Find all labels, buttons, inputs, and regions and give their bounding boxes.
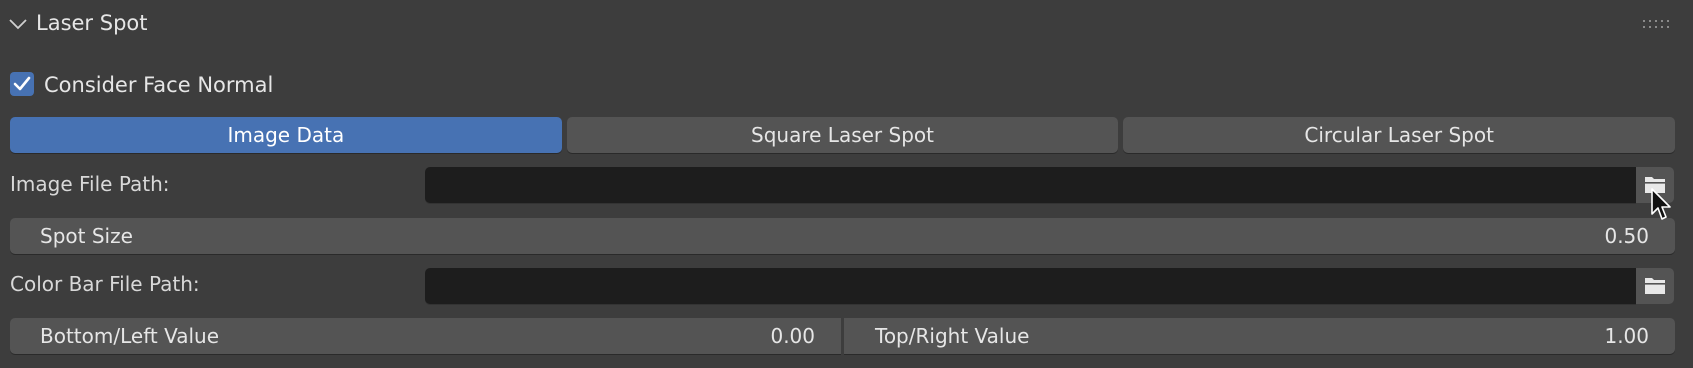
panel-header[interactable]: Laser Spot	[0, 0, 1693, 48]
top-right-value: 1.00	[1604, 324, 1649, 348]
consider-face-normal-label: Consider Face Normal	[44, 73, 274, 97]
top-right-value-slider[interactable]: Top/Right Value 1.00	[844, 318, 1675, 354]
color-bar-file-browse-button[interactable]	[1636, 268, 1674, 304]
color-bar-file-path-label: Color Bar File Path:	[10, 272, 200, 296]
panel-title: Laser Spot	[36, 11, 148, 35]
laser-spot-panel: Laser Spot Consider Face Normal Image Da…	[0, 0, 1693, 368]
color-bar-file-path-input[interactable]	[425, 268, 1636, 304]
bottom-left-value-slider[interactable]: Bottom/Left Value 0.00	[10, 318, 841, 354]
tab-circular-laser-spot[interactable]: Circular Laser Spot	[1123, 117, 1676, 153]
drag-handle-icon[interactable]	[1643, 20, 1669, 30]
folder-icon	[1645, 278, 1665, 294]
checkmark-icon	[13, 76, 31, 91]
image-file-path-input[interactable]	[425, 167, 1636, 203]
bottom-left-value: 0.00	[770, 324, 815, 348]
tab-image-data[interactable]: Image Data	[10, 117, 562, 153]
spot-size-value: 0.50	[1604, 224, 1649, 248]
bottom-left-value-label: Bottom/Left Value	[40, 324, 220, 348]
top-right-value-label: Top/Right Value	[875, 324, 1030, 348]
chevron-down-icon[interactable]	[8, 14, 28, 34]
mouse-pointer-icon	[1651, 188, 1671, 220]
image-file-path-label: Image File Path:	[10, 172, 170, 196]
spot-size-slider[interactable]: Spot Size 0.50	[10, 218, 1675, 254]
consider-face-normal-checkbox[interactable]	[10, 72, 34, 96]
tab-square-laser-spot[interactable]: Square Laser Spot	[566, 117, 1119, 153]
spot-size-label: Spot Size	[40, 224, 133, 248]
mode-tabs: Image Data Square Laser Spot Circular La…	[10, 117, 1676, 153]
